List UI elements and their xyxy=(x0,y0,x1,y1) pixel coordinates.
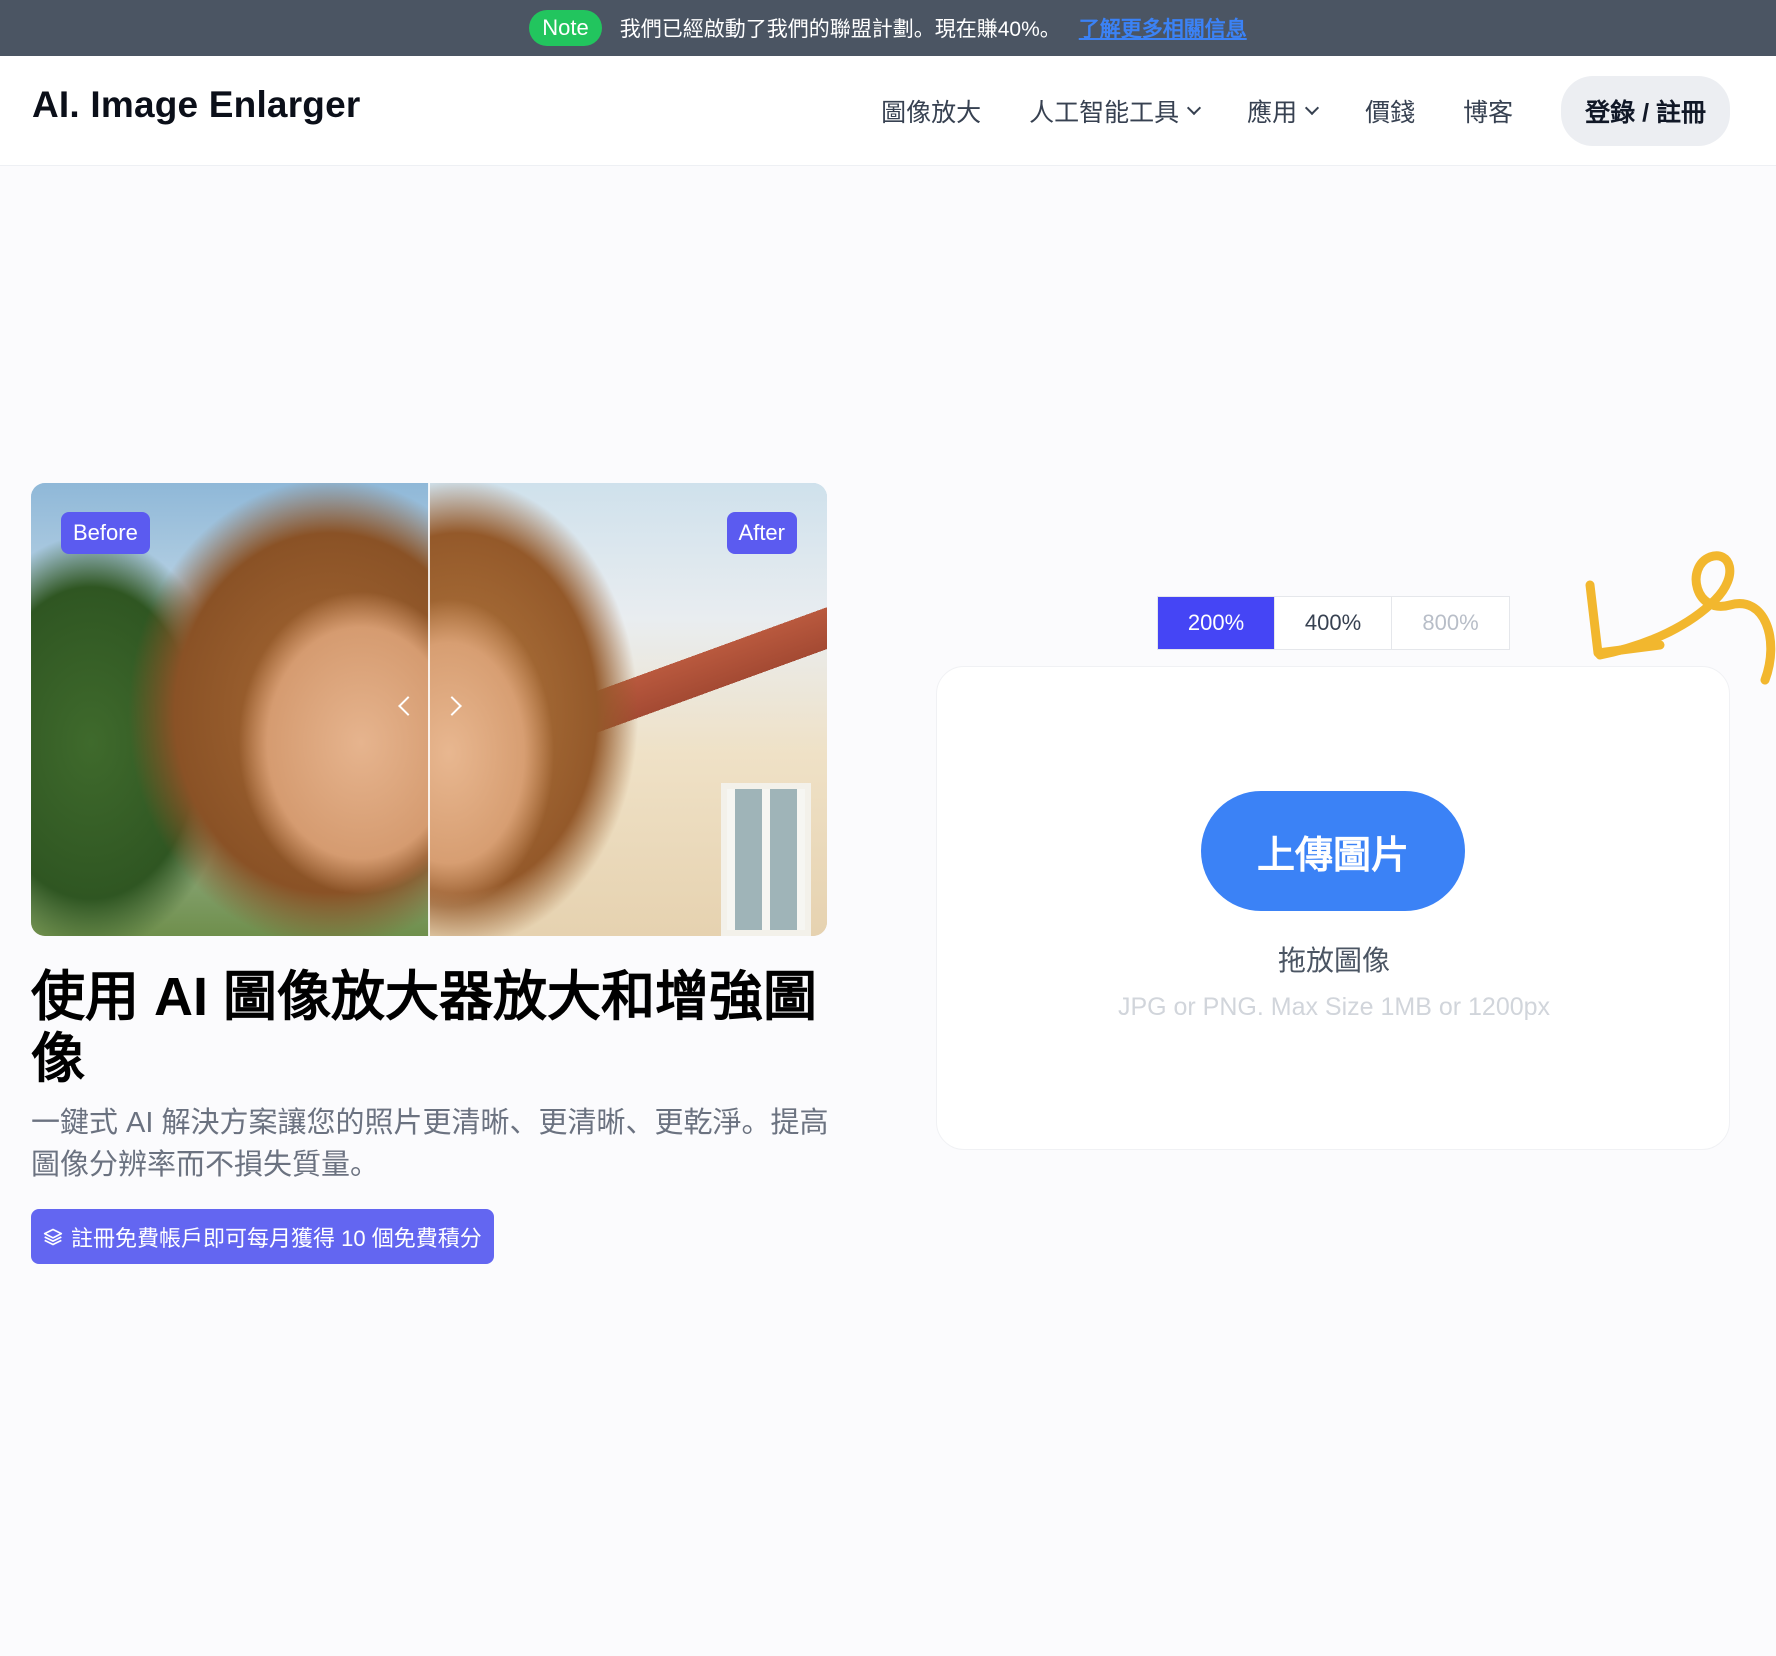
scale-option-200[interactable]: 200% xyxy=(1158,597,1275,649)
nav-item-ai-tools[interactable]: 人工智能工具 xyxy=(1029,93,1202,129)
scale-selector: 200% 400% 800% xyxy=(1157,596,1510,650)
file-requirements: JPG or PNG. Max Size 1MB or 1200px xyxy=(1117,993,1551,1021)
chevron-down-icon xyxy=(1187,100,1202,116)
layers-icon xyxy=(43,1228,63,1245)
scale-option-800[interactable]: 800% xyxy=(1392,597,1509,649)
before-after-comparison[interactable]: Before After xyxy=(31,483,827,936)
after-badge: After xyxy=(726,512,797,554)
drop-instruction: 拖放圖像 xyxy=(1277,945,1390,976)
nav-item-pricing[interactable]: 價錢 xyxy=(1365,93,1415,129)
signup-free-credits-button[interactable]: 註冊免費帳戶即可每月獲得 10 個免費積分 xyxy=(31,1209,494,1264)
nav-item-upscale[interactable]: 圖像放大 xyxy=(881,93,981,129)
site-header: AI. Image Enlarger 圖像放大 人工智能工具 應用 價錢 博客 … xyxy=(0,56,1776,166)
announcement-message: 我們已經啟動了我們的聯盟計劃。現在賺40%。 xyxy=(619,18,1061,41)
signup-label: 註冊免費帳戶即可每月獲得 10 個免費積分 xyxy=(71,1225,482,1251)
page-title: 使用 AI 圖像放大器放大和增強圖像 xyxy=(31,967,818,1089)
before-badge: Before xyxy=(61,512,150,554)
site-logo[interactable]: AI. Image Enlarger xyxy=(32,84,361,126)
comparison-slider-handle[interactable] xyxy=(428,483,430,936)
note-badge: Note xyxy=(529,10,602,46)
window-detail xyxy=(721,783,811,936)
nav-item-apps[interactable]: 應用 xyxy=(1247,93,1320,129)
nav-item-label: 價錢 xyxy=(1365,99,1416,127)
nav-item-blog[interactable]: 博客 xyxy=(1463,93,1513,129)
main-nav: 圖像放大 人工智能工具 應用 價錢 博客 登錄 / 註冊 xyxy=(881,56,1776,166)
upload-image-button[interactable]: 上傳圖片 xyxy=(1201,791,1465,911)
nav-item-label: 博客 xyxy=(1463,99,1514,127)
nav-item-label: 圖像放大 xyxy=(881,99,982,127)
nav-item-label: 應用 xyxy=(1247,99,1298,127)
upload-dropzone[interactable]: 上傳圖片 拖放圖像 JPG or PNG. Max Size 1MB or 12… xyxy=(936,666,1730,1150)
login-register-button[interactable]: 登錄 / 註冊 xyxy=(1561,76,1730,146)
announcement-bar: Note 我們已經啟動了我們的聯盟計劃。現在賺40%。 了解更多相關信息 xyxy=(0,0,1776,56)
scale-option-400[interactable]: 400% xyxy=(1275,597,1392,649)
announcement-link[interactable]: 了解更多相關信息 xyxy=(1079,13,1247,43)
nav-item-label: 人工智能工具 xyxy=(1029,99,1180,127)
hero-description: 一鍵式 AI 解決方案讓您的照片更清晰、更清晰、更乾淨。提高圖像分辨率而不損失質… xyxy=(31,1107,829,1181)
chevron-down-icon xyxy=(1305,100,1320,116)
curved-arrow-icon xyxy=(1585,551,1776,685)
